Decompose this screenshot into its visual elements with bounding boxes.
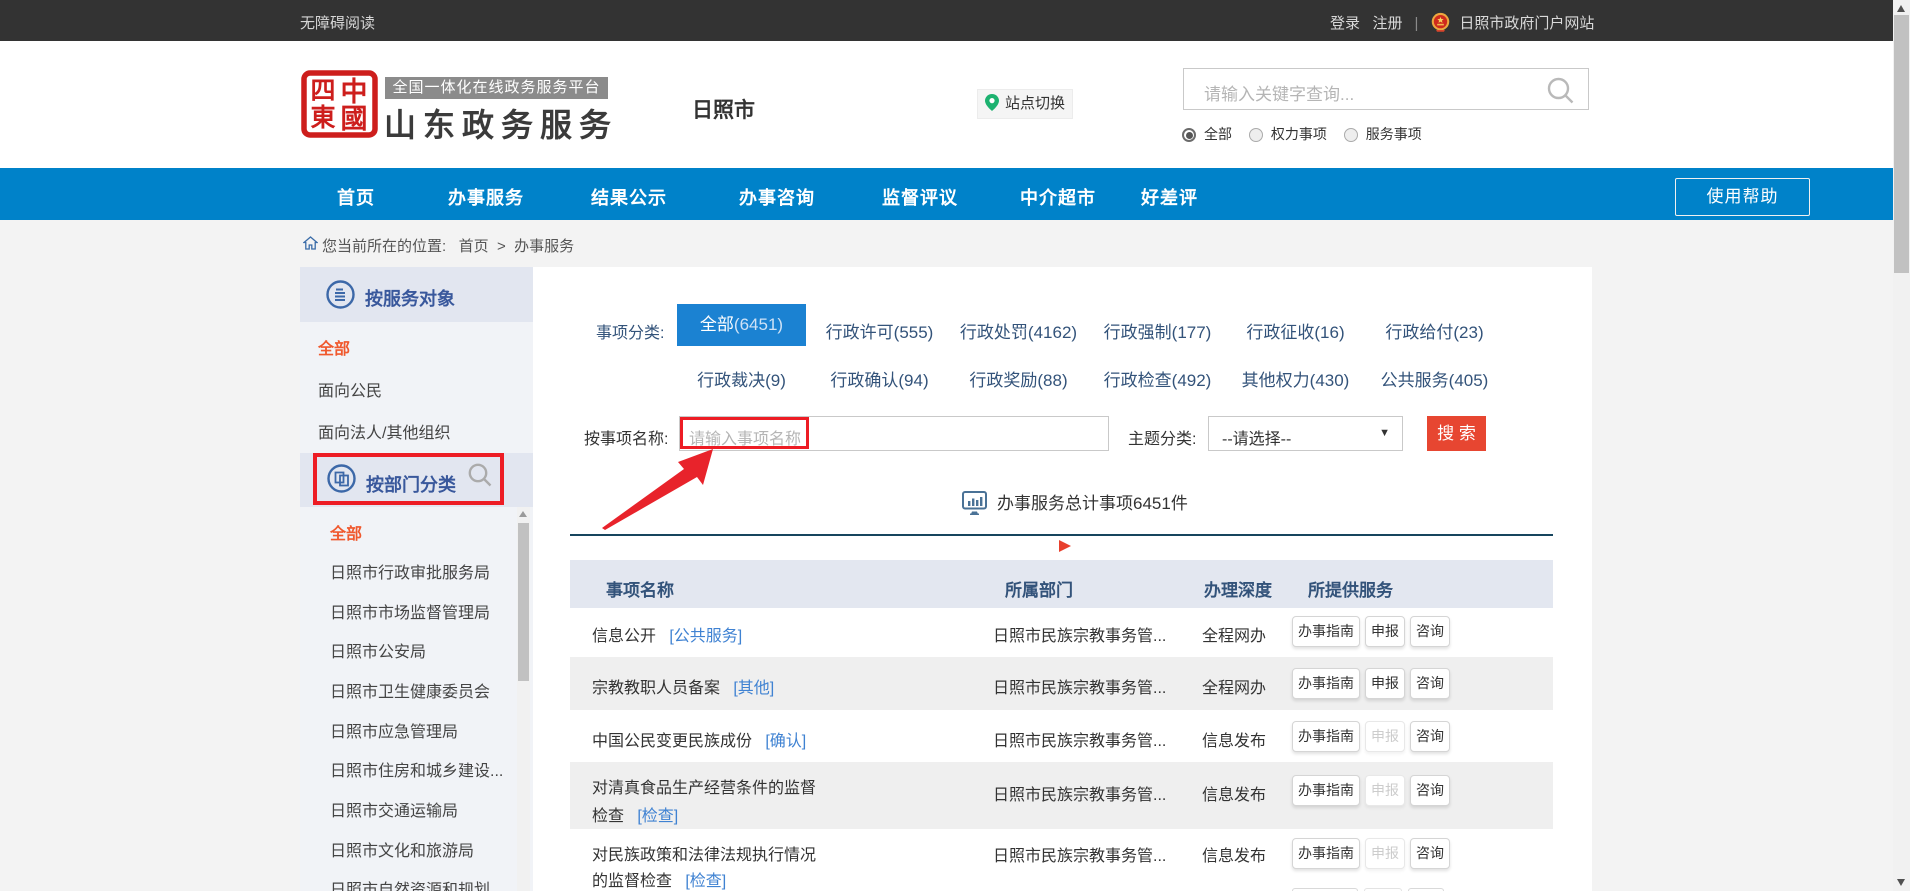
svg-text:國: 國 [341, 104, 368, 134]
svg-text:中: 中 [341, 77, 368, 107]
svg-text:東: 東 [310, 104, 335, 132]
svg-text:四: 四 [310, 77, 335, 105]
